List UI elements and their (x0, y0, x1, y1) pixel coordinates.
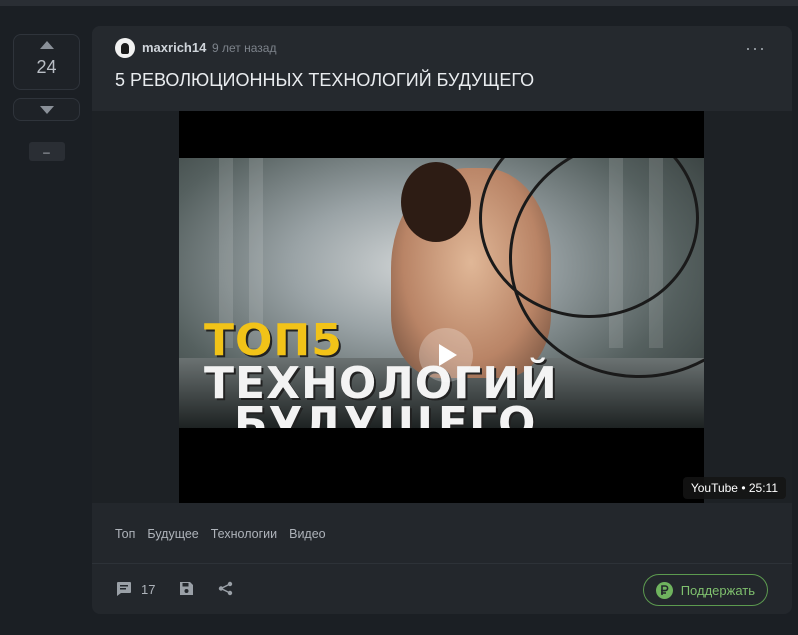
video-thumbnail: ТОП5 ТЕХНОЛОГИЙ БУДУЩЕГО (179, 158, 704, 428)
thumbnail-title-line3: БУДУЩЕГО (234, 398, 537, 428)
video-badge: YouTube • 25:11 (682, 477, 786, 499)
video-area: ТОП5 ТЕХНОЛОГИЙ БУДУЩЕГО YouTube • 25:11 (92, 111, 792, 503)
comment-icon (117, 582, 131, 596)
upvote-button[interactable]: 24 (13, 34, 80, 90)
avatar[interactable] (115, 38, 135, 58)
post-header: maxrich14 9 лет назад ··· 5 РЕВОЛЮЦИОННЫ… (92, 26, 792, 111)
tag-list: Топ Будущее Технологии Видео (115, 527, 326, 541)
more-icon[interactable]: ··· (745, 38, 766, 59)
share-button[interactable] (218, 581, 233, 601)
post-time: 9 лет назад (212, 41, 277, 55)
author-name[interactable]: maxrich14 (142, 40, 206, 55)
share-icon (218, 581, 233, 596)
tag-item[interactable]: Технологии (211, 527, 277, 541)
vote-count: 24 (36, 57, 57, 77)
video-player[interactable]: ТОП5 ТЕХНОЛОГИЙ БУДУЩЕГО (179, 111, 704, 503)
downvote-button[interactable] (13, 98, 80, 121)
support-label: Поддержать (680, 582, 755, 598)
arrow-down-icon (39, 105, 54, 114)
tag-item[interactable]: Топ (115, 527, 135, 541)
minus-badge[interactable]: – (28, 142, 65, 161)
support-button[interactable]: Поддержать (642, 574, 768, 606)
play-icon[interactable] (419, 328, 473, 382)
post-card: maxrich14 9 лет назад ··· 5 РЕВОЛЮЦИОННЫ… (92, 26, 792, 614)
comments-button[interactable]: 17 (115, 581, 155, 597)
comments-count: 17 (141, 581, 156, 597)
tag-item[interactable]: Будущее (147, 527, 198, 541)
arrow-up-icon (39, 41, 54, 49)
post-title[interactable]: 5 РЕВОЛЮЦИОННЫХ ТЕХНОЛОГИЙ БУДУЩЕГО (115, 70, 534, 91)
vote-column: 24 – (13, 34, 80, 161)
top-bar (0, 0, 798, 6)
post-footer: 17 Поддержать (92, 564, 792, 614)
tag-item[interactable]: Видео (289, 527, 326, 541)
ruble-icon (655, 581, 673, 599)
save-button[interactable] (179, 581, 194, 601)
save-icon (180, 582, 193, 595)
